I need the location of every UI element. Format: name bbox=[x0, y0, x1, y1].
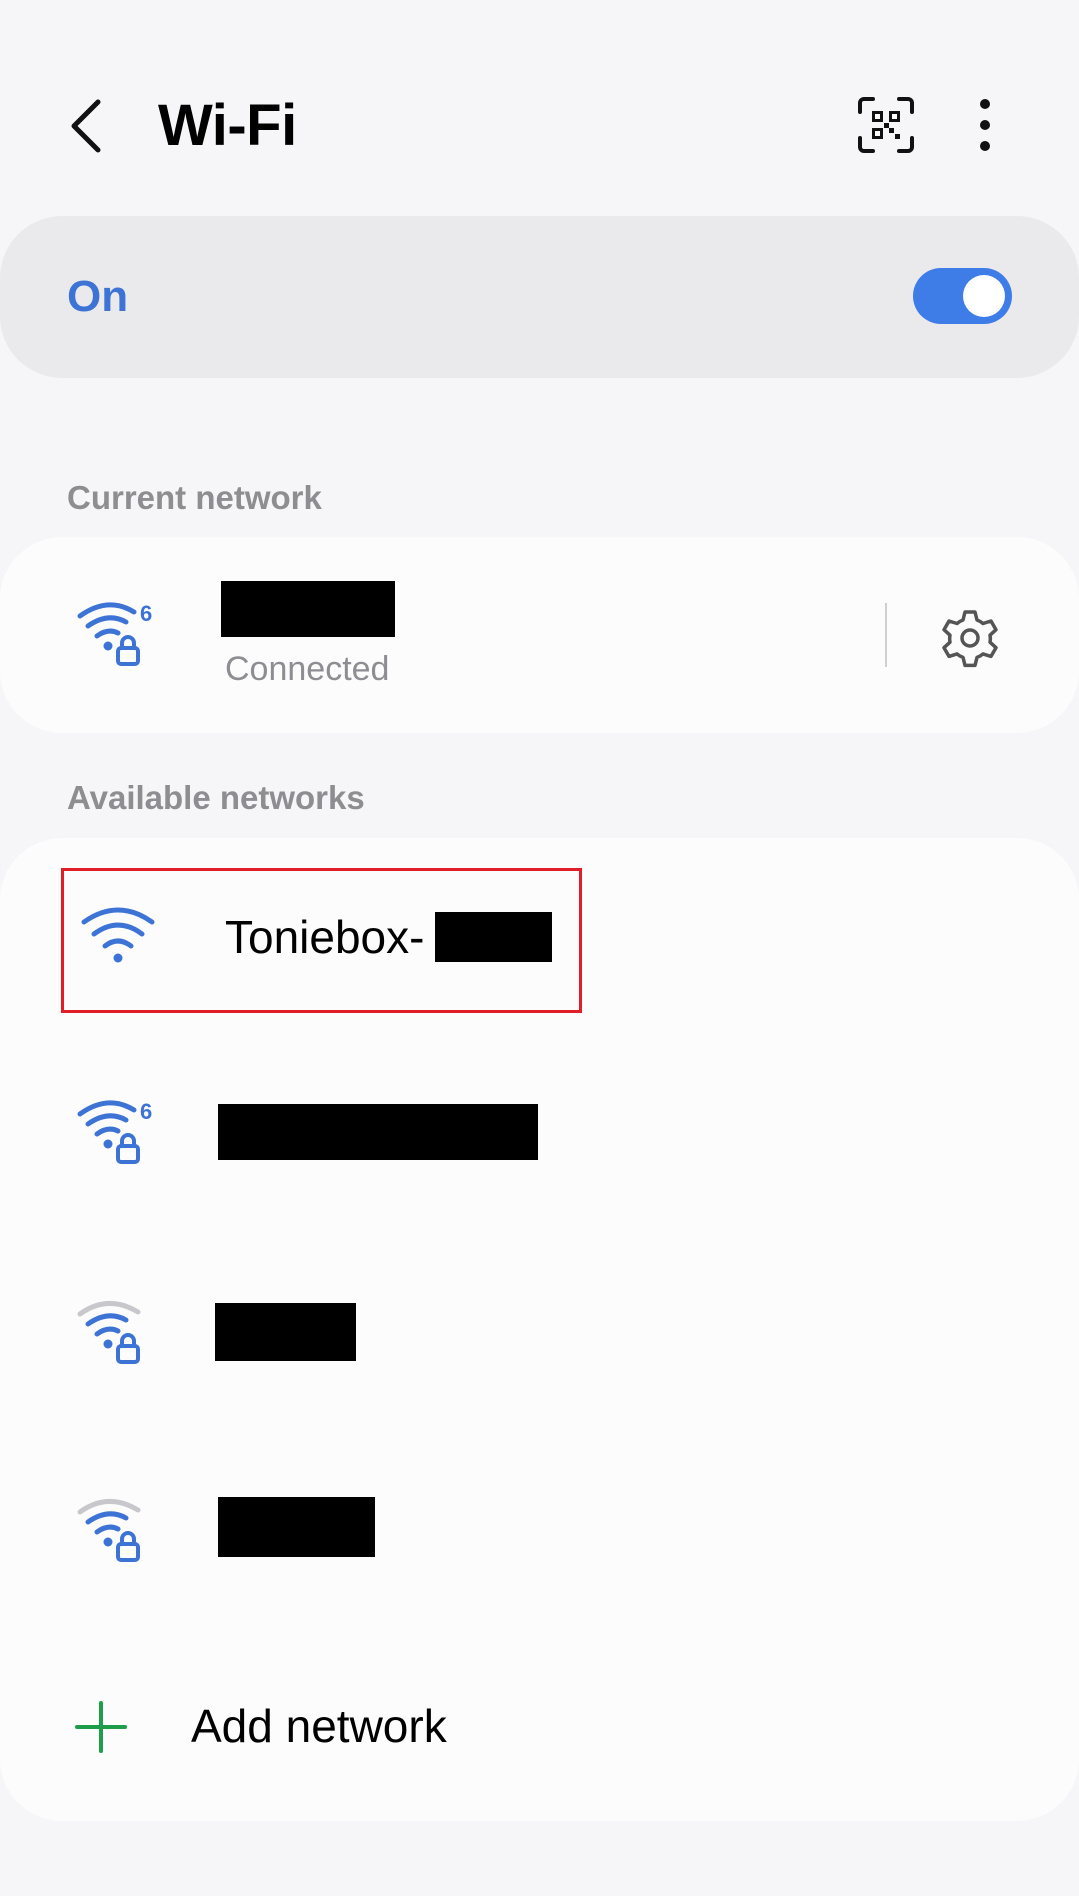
qr-scan-button[interactable] bbox=[857, 96, 915, 154]
available-networks-header: Available networks bbox=[67, 779, 365, 816]
network-row[interactable] bbox=[0, 1430, 1079, 1630]
more-vertical-icon bbox=[980, 99, 990, 151]
gear-icon bbox=[942, 610, 998, 668]
current-network-header: Current network bbox=[67, 479, 322, 516]
back-arrow-icon bbox=[71, 99, 101, 153]
network-name-redacted bbox=[215, 1303, 356, 1361]
page-title: Wi-Fi bbox=[158, 93, 297, 158]
network-row[interactable] bbox=[0, 1030, 1079, 1230]
qr-code-scan-icon bbox=[858, 97, 914, 153]
current-network-status: Connected bbox=[225, 650, 390, 688]
toggle-knob bbox=[963, 275, 1005, 317]
add-network-row[interactable] bbox=[0, 1650, 1079, 1800]
network-name-redacted bbox=[218, 1104, 538, 1160]
more-options-button[interactable] bbox=[970, 96, 1000, 154]
wifi-toggle-label: On bbox=[67, 272, 129, 321]
svg-text:6: 6 bbox=[140, 601, 152, 626]
wifi-secured-weak-icon bbox=[77, 1301, 141, 1364]
wifi-secured-weak-icon bbox=[77, 1499, 141, 1562]
wifi-6-secured-icon: 6 bbox=[77, 1099, 152, 1164]
network-name-redacted bbox=[218, 1497, 375, 1557]
current-network-name-redacted bbox=[221, 581, 395, 637]
current-network-card[interactable] bbox=[0, 537, 1079, 733]
svg-text:6: 6 bbox=[140, 1099, 152, 1124]
divider bbox=[885, 603, 887, 667]
wifi-toggle-switch[interactable] bbox=[913, 268, 1012, 324]
network-settings-button[interactable] bbox=[938, 606, 1002, 670]
network-row[interactable] bbox=[0, 1230, 1079, 1430]
highlight-box bbox=[61, 868, 582, 1013]
plus-icon bbox=[75, 1701, 127, 1753]
wifi-6-secured-icon: 6 bbox=[77, 601, 152, 666]
back-button[interactable] bbox=[64, 96, 112, 156]
add-network-label: Add network bbox=[191, 1700, 447, 1752]
